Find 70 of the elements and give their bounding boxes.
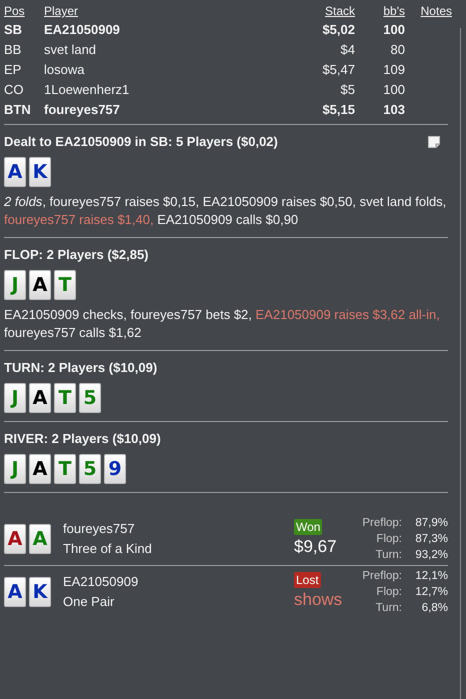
column-header[interactable]: Pos [4, 2, 44, 20]
hand-name: Three of a Kind [63, 540, 153, 558]
stack-cell-text: $5,47 [321, 61, 355, 79]
equity-value: 12,1% [414, 569, 448, 584]
stack-cell-text: $4 [340, 41, 355, 59]
amount-text: $9,67 [294, 536, 337, 558]
bb-cell-text: 103 [382, 101, 405, 119]
bb-cell-text: 100 [382, 81, 405, 99]
amount-text: shows [294, 589, 342, 611]
playing-card: A [4, 157, 26, 187]
outcome-badge: Won [294, 519, 322, 535]
street-title: RIVER: 2 Players ($10,09) [4, 430, 161, 448]
bb-cell-text: 109 [382, 61, 405, 79]
playing-card: A [4, 524, 26, 554]
playing-card: T [54, 270, 76, 300]
equity-label: Flop: [375, 532, 402, 547]
playing-card: J [4, 270, 26, 300]
equity-value: 87,9% [414, 516, 448, 531]
equity-label: Flop: [375, 585, 402, 600]
player-name: foureyes757 [63, 520, 136, 538]
playing-card: A [4, 577, 26, 607]
equity-label: Preflop: [361, 569, 402, 584]
note-icon[interactable] [428, 136, 440, 148]
player-cell-text: EA21050909 [44, 21, 121, 39]
column-header[interactable]: Player [44, 2, 285, 20]
playing-card: T [54, 454, 76, 484]
stack-cell-text: $5,02 [321, 21, 355, 39]
playing-card: A [29, 524, 51, 554]
playing-card: 9 [104, 454, 126, 484]
column-header[interactable]: Notes [405, 2, 452, 20]
bb-cell-text: 100 [382, 21, 405, 39]
equity-value: 93,2% [414, 548, 448, 563]
position-cell-text: SB [4, 21, 24, 39]
equity-label: Turn: [374, 601, 402, 616]
equity-label: Preflop: [361, 516, 402, 531]
player-cell-text: svet land [44, 41, 98, 59]
playing-card: K [29, 157, 51, 187]
outcome-badge: Lost [294, 572, 321, 588]
equity-value: 87,3% [414, 532, 448, 547]
playing-card: 5 [79, 383, 101, 413]
playing-card: K [29, 577, 51, 607]
street-title: FLOP: 2 Players ($2,85) [4, 246, 149, 264]
playing-card: A [29, 383, 51, 413]
bb-cell-text: 80 [390, 41, 405, 59]
column-header[interactable]: Stack [285, 2, 355, 20]
player-cell-text: losowa [44, 61, 86, 79]
playing-card: 5 [79, 454, 101, 484]
position-cell-text: CO [4, 81, 24, 99]
stack-cell-text: $5 [340, 81, 355, 99]
position-cell-text: BTN [4, 101, 32, 119]
position-cell-text: EP [4, 61, 22, 79]
playing-card: J [4, 383, 26, 413]
position-cell-text: BB [4, 41, 22, 59]
equity-value: 12,7% [414, 585, 448, 600]
player-cell-text: foureyes757 [44, 101, 121, 119]
action-text: EA21050909 checks, foureyes757 bets $2, EA21050909 raises $3,62 all-in, foureyes757 calls $1,62 [4, 306, 441, 342]
player-name: EA21050909 [63, 573, 140, 591]
playing-card: A [29, 454, 51, 484]
stack-cell-text: $5,15 [321, 101, 355, 119]
street-title: Dealt to EA21050909 in SB: 5 Players ($0,02) [4, 133, 278, 151]
playing-card: J [4, 454, 26, 484]
equity-label: Turn: [374, 548, 402, 563]
playing-card: A [29, 270, 51, 300]
playing-card: T [54, 383, 76, 413]
hand-name: One Pair [63, 593, 116, 611]
column-header[interactable]: bb's [355, 2, 405, 20]
equity-value: 6,8% [420, 601, 448, 616]
action-text: 2 folds, foureyes757 raises $0,15, EA21050909 raises $0,50, svet land folds, foureyes757 raises $1,40, EA21050909 calls $0,90 [4, 193, 448, 229]
street-title: TURN: 2 Players ($10,09) [4, 359, 158, 377]
player-cell-text: 1Loewenherz1 [44, 81, 130, 99]
